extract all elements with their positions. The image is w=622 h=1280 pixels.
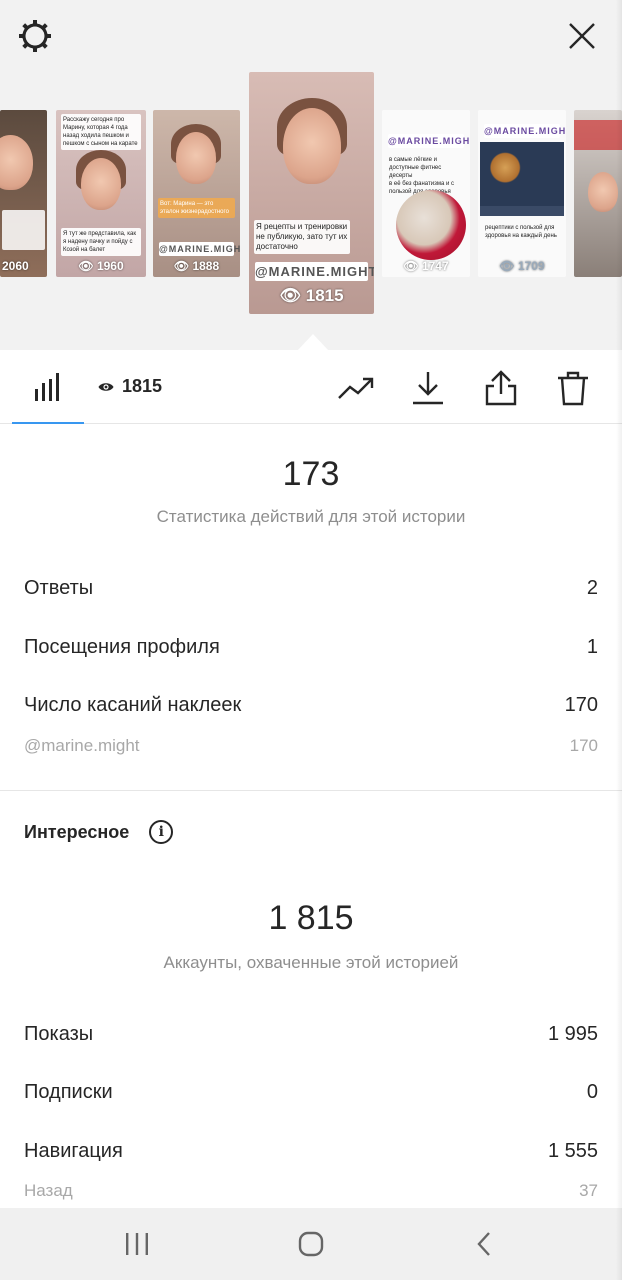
trash-icon: [558, 371, 588, 406]
eye-icon: [98, 382, 114, 391]
stat-label: Назад: [24, 1181, 73, 1200]
story-thumbnail[interactable]: Расскажу сегодня про Марину, которая 4 г…: [56, 110, 146, 277]
story-mention-tag: @MARINE.MIGHT: [159, 242, 240, 256]
stat-label: Число касаний наклеек: [24, 694, 242, 716]
download-button[interactable]: [408, 368, 448, 408]
story-views: 👁 1960: [78, 259, 124, 273]
eye-icon: 👁: [173, 259, 193, 273]
stat-value: 170: [569, 736, 598, 755]
stat-label: Подписки: [24, 1081, 113, 1103]
story-preview-area: 2060 Расскажу сегодня про Марину, котора…: [0, 0, 622, 351]
story-caption: Расскажу сегодня про Марину, которая 4 г…: [61, 114, 141, 150]
stat-value: 1: [586, 636, 598, 658]
dessert-image: [396, 190, 466, 260]
stat-row-impressions: Показы 1 995: [24, 1023, 598, 1046]
selected-story-pointer: [297, 334, 329, 351]
story-thumbnail[interactable]: 2060: [0, 110, 47, 277]
story-caption: рецептики с пользой для здоровья на кажд…: [485, 225, 557, 239]
discovery-title: Интересное: [24, 821, 130, 842]
tab-insights[interactable]: [12, 350, 84, 424]
stat-label: Показы: [24, 1023, 94, 1045]
gear-icon: [19, 20, 51, 52]
close-icon: [569, 23, 595, 49]
story-thumbnail-selected[interactable]: Я рецепты и тренировки не публикую, зато…: [249, 72, 374, 314]
stat-value: 37: [579, 1181, 598, 1200]
story-mention-tag: @MARINE.MIGHT: [388, 134, 470, 148]
eye-icon: 👁: [78, 259, 97, 273]
stat-label: Ответы: [24, 577, 94, 599]
stat-subrow-back: Назад 37: [24, 1181, 598, 1201]
share-icon: [485, 370, 517, 406]
story-strip: 2060 Расскажу сегодня про Марину, котора…: [0, 0, 622, 350]
eye-icon: 👁: [279, 286, 306, 305]
download-icon: [413, 372, 443, 405]
home-icon: [298, 1231, 324, 1257]
back-icon: [477, 1232, 490, 1256]
home-button[interactable]: [291, 1226, 331, 1262]
trending-icon: [338, 377, 374, 399]
story-mention-tag: @MARINE.MIGHT: [484, 124, 566, 138]
story-thumbnail[interactable]: @MARINE.MIGHT в самые лёгкие и доступные…: [382, 110, 470, 277]
trending-button[interactable]: [336, 368, 376, 408]
stat-row-profile-visits: Посещения профиля 1: [24, 636, 598, 659]
stat-label: @marine.might: [24, 736, 140, 755]
tab-viewers[interactable]: 1815: [98, 376, 162, 397]
reach-total: 1 815: [268, 899, 354, 937]
share-button[interactable]: [481, 368, 521, 408]
actions-total: 173: [282, 455, 340, 493]
story-thumbnail[interactable]: [574, 110, 622, 277]
stat-value: 1 995: [547, 1023, 598, 1045]
discovery-header: Интересное i: [24, 820, 174, 844]
stat-value: 170: [564, 694, 598, 716]
stat-row-follows: Подписки 0: [24, 1081, 598, 1104]
recent-apps-button[interactable]: [117, 1226, 157, 1262]
stat-row-sticker-taps: Число касаний наклеек 170: [24, 694, 598, 717]
story-views: 👁 1815: [279, 286, 344, 305]
stat-row-navigation: Навигация 1 555: [24, 1140, 598, 1163]
story-views: 👁 1888: [173, 259, 220, 273]
section-divider: [0, 790, 622, 791]
story-views: 👁 1747: [403, 259, 449, 273]
delete-button[interactable]: [553, 368, 593, 408]
reach-subtitle: Аккаунты, охваченные этой историей: [163, 953, 459, 972]
actions-subtitle: Статистика действий для этой истории: [156, 507, 466, 526]
stat-row-replies: Ответы 2: [24, 577, 598, 600]
story-views: 👁 1709: [499, 259, 545, 273]
eye-icon: 👁: [403, 259, 422, 273]
recent-apps-icon: [126, 1233, 148, 1255]
close-button[interactable]: [562, 16, 602, 56]
stat-value: 1 555: [547, 1140, 598, 1162]
story-caption: Я рецепты и тренировки не публикую, зато…: [254, 220, 350, 254]
system-nav-bar: [0, 1208, 622, 1280]
eye-icon: 👁: [499, 259, 518, 273]
story-caption: Я тут же представила, как я надену пачку…: [61, 228, 141, 256]
views-count: 1815: [122, 376, 163, 396]
screen-edge-shadow: [616, 0, 622, 1280]
back-button[interactable]: [465, 1226, 505, 1262]
story-views: 2060: [2, 259, 29, 273]
donuts-image: [480, 142, 564, 206]
story-thumbnail[interactable]: @MARINE.MIGHT рецептики с пользой для зд…: [478, 110, 566, 277]
stat-subrow-mention: @marine.might 170: [24, 736, 598, 756]
stat-value: 0: [586, 1081, 598, 1103]
active-tab-indicator: [12, 422, 84, 424]
story-mention-tag: @MARINE.MIGHT: [255, 262, 374, 281]
bar-chart-icon: [35, 373, 59, 401]
story-thumbnail[interactable]: Вот: Марина — это эталон жизнерадостного…: [153, 110, 240, 277]
settings-button[interactable]: [15, 16, 55, 56]
stat-value: 2: [586, 577, 598, 599]
info-icon[interactable]: i: [149, 820, 174, 844]
stat-label: Навигация: [24, 1140, 123, 1162]
story-toolbar: 1815: [0, 350, 622, 424]
story-caption: Вот: Марина — это эталон жизнерадостного: [158, 198, 235, 218]
stat-label: Посещения профиля: [24, 636, 220, 658]
